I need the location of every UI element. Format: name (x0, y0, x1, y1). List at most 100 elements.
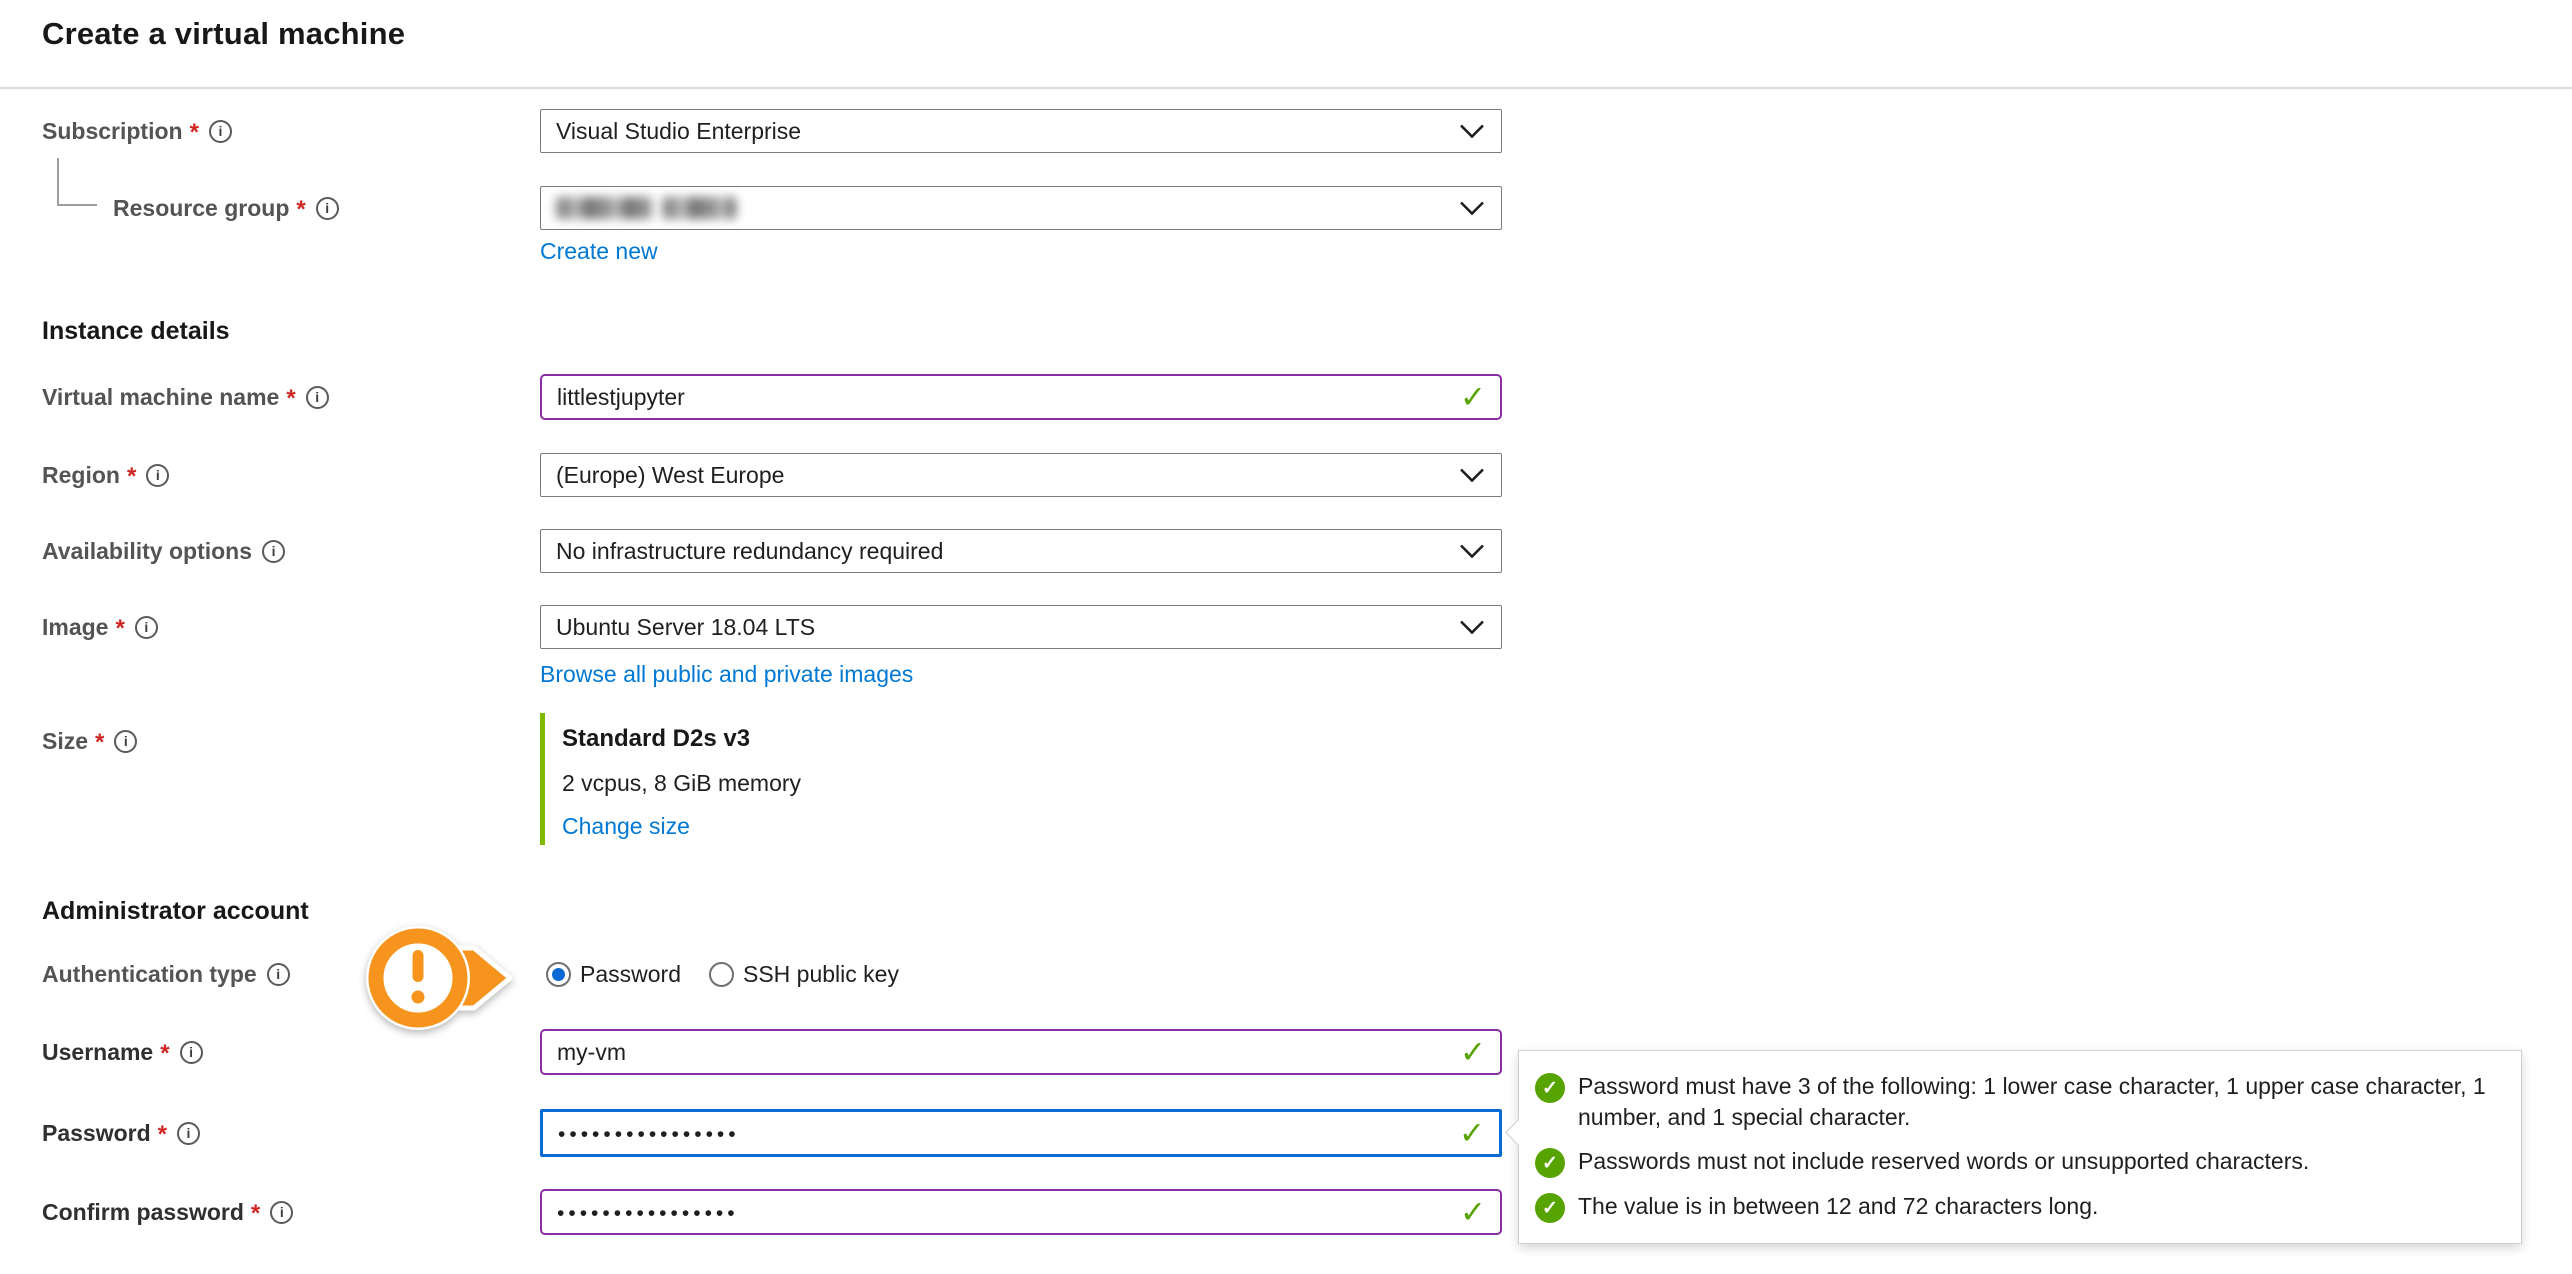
password-input-wrap: ✓ (540, 1109, 1502, 1157)
chevron-down-icon (1459, 462, 1485, 489)
info-icon[interactable]: i (146, 464, 169, 487)
tooltip-text: The value is in between 12 and 72 charac… (1578, 1191, 2098, 1222)
check-circle-icon: ✓ (1535, 1073, 1565, 1103)
confirm-password-label-group: Confirm password * i (42, 1198, 540, 1226)
info-icon[interactable]: i (262, 540, 285, 563)
info-icon[interactable]: i (180, 1041, 203, 1064)
availability-value: No infrastructure redundancy required (556, 538, 943, 565)
auth-type-radio-group: Password SSH public key (540, 961, 899, 988)
region-label: Region (42, 462, 120, 489)
size-label: Size (42, 728, 88, 755)
availability-label-group: Availability options i (42, 538, 540, 565)
username-input[interactable] (542, 1031, 1500, 1073)
required-asterisk: * (160, 1040, 169, 1068)
subscription-dropdown[interactable]: Visual Studio Enterprise (540, 109, 1502, 153)
vm-name-label-group: Virtual machine name * i (42, 383, 540, 411)
confirm-password-label: Confirm password (42, 1199, 244, 1226)
resource-group-row: Resource group * i (42, 186, 2572, 230)
confirm-password-input[interactable] (542, 1191, 1500, 1233)
size-accent-bar (540, 713, 545, 845)
size-label-group: Size * i (42, 713, 540, 755)
required-asterisk: * (158, 1121, 167, 1149)
page-header: Create a virtual machine (0, 0, 2572, 89)
image-dropdown[interactable]: Ubuntu Server 18.04 LTS (540, 605, 1502, 649)
create-new-row: Create new (540, 238, 2572, 265)
info-icon[interactable]: i (177, 1122, 200, 1145)
username-input-wrap: ✓ (540, 1029, 1502, 1075)
resource-group-label-group: Resource group * i (42, 194, 540, 222)
chevron-down-icon (1459, 118, 1485, 145)
chevron-down-icon (1459, 195, 1485, 222)
password-label-group: Password * i (42, 1119, 540, 1147)
resource-group-value-redacted (556, 197, 736, 219)
image-label-group: Image * i (42, 613, 540, 641)
tooltip-text: Passwords must not include reserved word… (1578, 1146, 2309, 1177)
size-summary: Standard D2s v3 2 vcpus, 8 GiB memory Ch… (540, 713, 801, 845)
create-new-link[interactable]: Create new (540, 238, 658, 265)
valid-check-icon: ✓ (1460, 1037, 1486, 1068)
vm-name-input[interactable] (542, 376, 1500, 418)
radio-option-password[interactable]: Password (546, 961, 681, 988)
info-icon[interactable]: i (209, 120, 232, 143)
username-label: Username (42, 1039, 153, 1066)
info-icon[interactable]: i (270, 1201, 293, 1224)
page-title: Create a virtual machine (42, 16, 2572, 52)
availability-dropdown[interactable]: No infrastructure redundancy required (540, 529, 1502, 573)
subscription-label-group: Subscription * i (42, 117, 540, 145)
check-circle-icon: ✓ (1535, 1193, 1565, 1223)
info-icon[interactable]: i (306, 386, 329, 409)
subscription-value: Visual Studio Enterprise (556, 118, 801, 145)
radio-label: SSH public key (743, 961, 899, 988)
radio-selected-icon (546, 962, 571, 987)
browse-images-row: Browse all public and private images (540, 661, 2572, 688)
required-asterisk: * (127, 463, 136, 491)
subscription-label: Subscription (42, 118, 183, 145)
size-name: Standard D2s v3 (562, 713, 801, 753)
instance-details-heading: Instance details (42, 317, 2572, 346)
info-icon[interactable]: i (267, 963, 290, 986)
region-dropdown[interactable]: (Europe) West Europe (540, 453, 1502, 497)
required-asterisk: * (115, 615, 124, 643)
create-vm-page: Create a virtual machine Subscription * … (0, 0, 2572, 1274)
radio-option-ssh-public-key[interactable]: SSH public key (709, 961, 899, 988)
tooltip-text: Password must have 3 of the following: 1… (1578, 1071, 2495, 1133)
required-asterisk: * (190, 119, 199, 147)
size-row: Size * i Standard D2s v3 2 vcpus, 8 GiB … (42, 713, 2572, 845)
confirm-password-input-wrap: ✓ (540, 1189, 1502, 1235)
tooltip-item: ✓ Passwords must not include reserved wo… (1535, 1146, 2495, 1178)
chevron-down-icon (1459, 614, 1485, 641)
resource-group-dropdown[interactable] (540, 186, 1502, 230)
required-asterisk: * (95, 729, 104, 757)
required-asterisk: * (251, 1200, 260, 1228)
password-requirements-tooltip: ✓ Password must have 3 of the following:… (1518, 1050, 2522, 1244)
username-label-group: Username * i (42, 1038, 540, 1066)
info-icon[interactable]: i (114, 730, 137, 753)
valid-check-icon: ✓ (1460, 382, 1486, 413)
resource-group-connector-line (57, 158, 97, 206)
auth-type-label: Authentication type (42, 961, 257, 988)
availability-label: Availability options (42, 538, 252, 565)
resource-group-label: Resource group (113, 195, 289, 222)
valid-check-icon: ✓ (1459, 1118, 1485, 1149)
radio-label: Password (580, 961, 681, 988)
region-row: Region * i (Europe) West Europe (42, 453, 2572, 497)
image-label: Image (42, 614, 108, 641)
password-label: Password (42, 1120, 151, 1147)
info-icon[interactable]: i (135, 616, 158, 639)
valid-check-icon: ✓ (1460, 1197, 1486, 1228)
image-value: Ubuntu Server 18.04 LTS (556, 614, 815, 641)
check-circle-icon: ✓ (1535, 1148, 1565, 1178)
availability-row: Availability options i No infrastructure… (42, 529, 2572, 573)
info-icon[interactable]: i (316, 197, 339, 220)
size-details: Standard D2s v3 2 vcpus, 8 GiB memory Ch… (562, 713, 801, 845)
change-size-link[interactable]: Change size (562, 813, 690, 840)
browse-images-link[interactable]: Browse all public and private images (540, 661, 913, 688)
tooltip-item: ✓ Password must have 3 of the following:… (1535, 1071, 2495, 1133)
required-asterisk: * (296, 196, 305, 224)
region-label-group: Region * i (42, 461, 540, 489)
chevron-down-icon (1459, 538, 1485, 565)
password-input[interactable] (543, 1112, 1499, 1154)
radio-unselected-icon (709, 962, 734, 987)
required-asterisk: * (286, 385, 295, 413)
vm-name-label: Virtual machine name (42, 384, 279, 411)
